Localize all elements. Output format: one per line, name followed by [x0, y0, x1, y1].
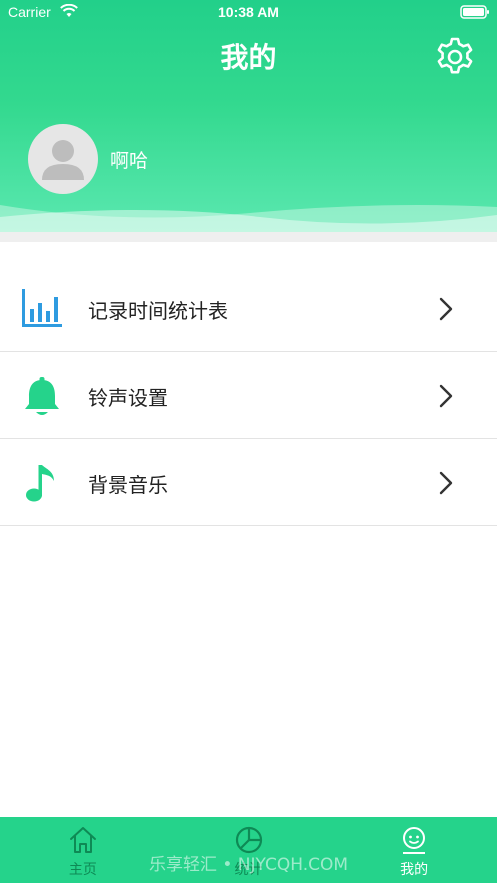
menu-item-ringtone-settings[interactable]: 铃声设置: [0, 352, 497, 439]
pie-chart-icon: [235, 826, 262, 854]
home-icon: [69, 827, 96, 853]
status-bar: Carrier 10:38 AM: [0, 0, 497, 26]
menu-item-label: 铃声设置: [88, 386, 168, 410]
music-note-icon: [26, 465, 54, 502]
section-divider: [0, 232, 497, 242]
tab-label: 主页: [68, 862, 97, 878]
tab-mine[interactable]: 我的: [331, 817, 497, 883]
page-title: 我的: [220, 41, 277, 74]
battery-icon: [460, 5, 489, 19]
menu-item-label: 背景音乐: [88, 473, 168, 497]
menu-item-label: 记录时间统计表: [88, 299, 228, 323]
tab-statistics[interactable]: 统计: [166, 817, 332, 883]
tab-bar: 主页 统计 我的: [0, 817, 497, 883]
menu-item-background-music[interactable]: 背景音乐: [0, 439, 497, 526]
profile-header: Carrier 10:38 AM 我的 啊哈: [0, 0, 497, 232]
status-time: 10:38 AM: [218, 4, 279, 20]
tab-label: 统计: [234, 862, 263, 878]
settings-button[interactable]: [432, 34, 478, 80]
settings-menu: 记录时间统计表 铃声设置 背景音乐: [0, 265, 497, 526]
avatar[interactable]: [28, 124, 98, 194]
tab-home[interactable]: 主页: [0, 817, 166, 883]
chevron-right-icon: [439, 384, 453, 408]
bar-chart-icon: [22, 289, 62, 327]
smiley-icon: [403, 827, 426, 854]
bell-icon: [25, 377, 59, 415]
chevron-right-icon: [439, 471, 453, 495]
tab-label: 我的: [400, 862, 429, 878]
gear-icon: [437, 37, 473, 74]
user-avatar-icon: [42, 140, 84, 180]
username: 啊哈: [110, 150, 149, 172]
header-wave: [0, 205, 497, 232]
chevron-right-icon: [439, 297, 453, 321]
menu-item-time-statistics[interactable]: 记录时间统计表: [0, 265, 497, 352]
